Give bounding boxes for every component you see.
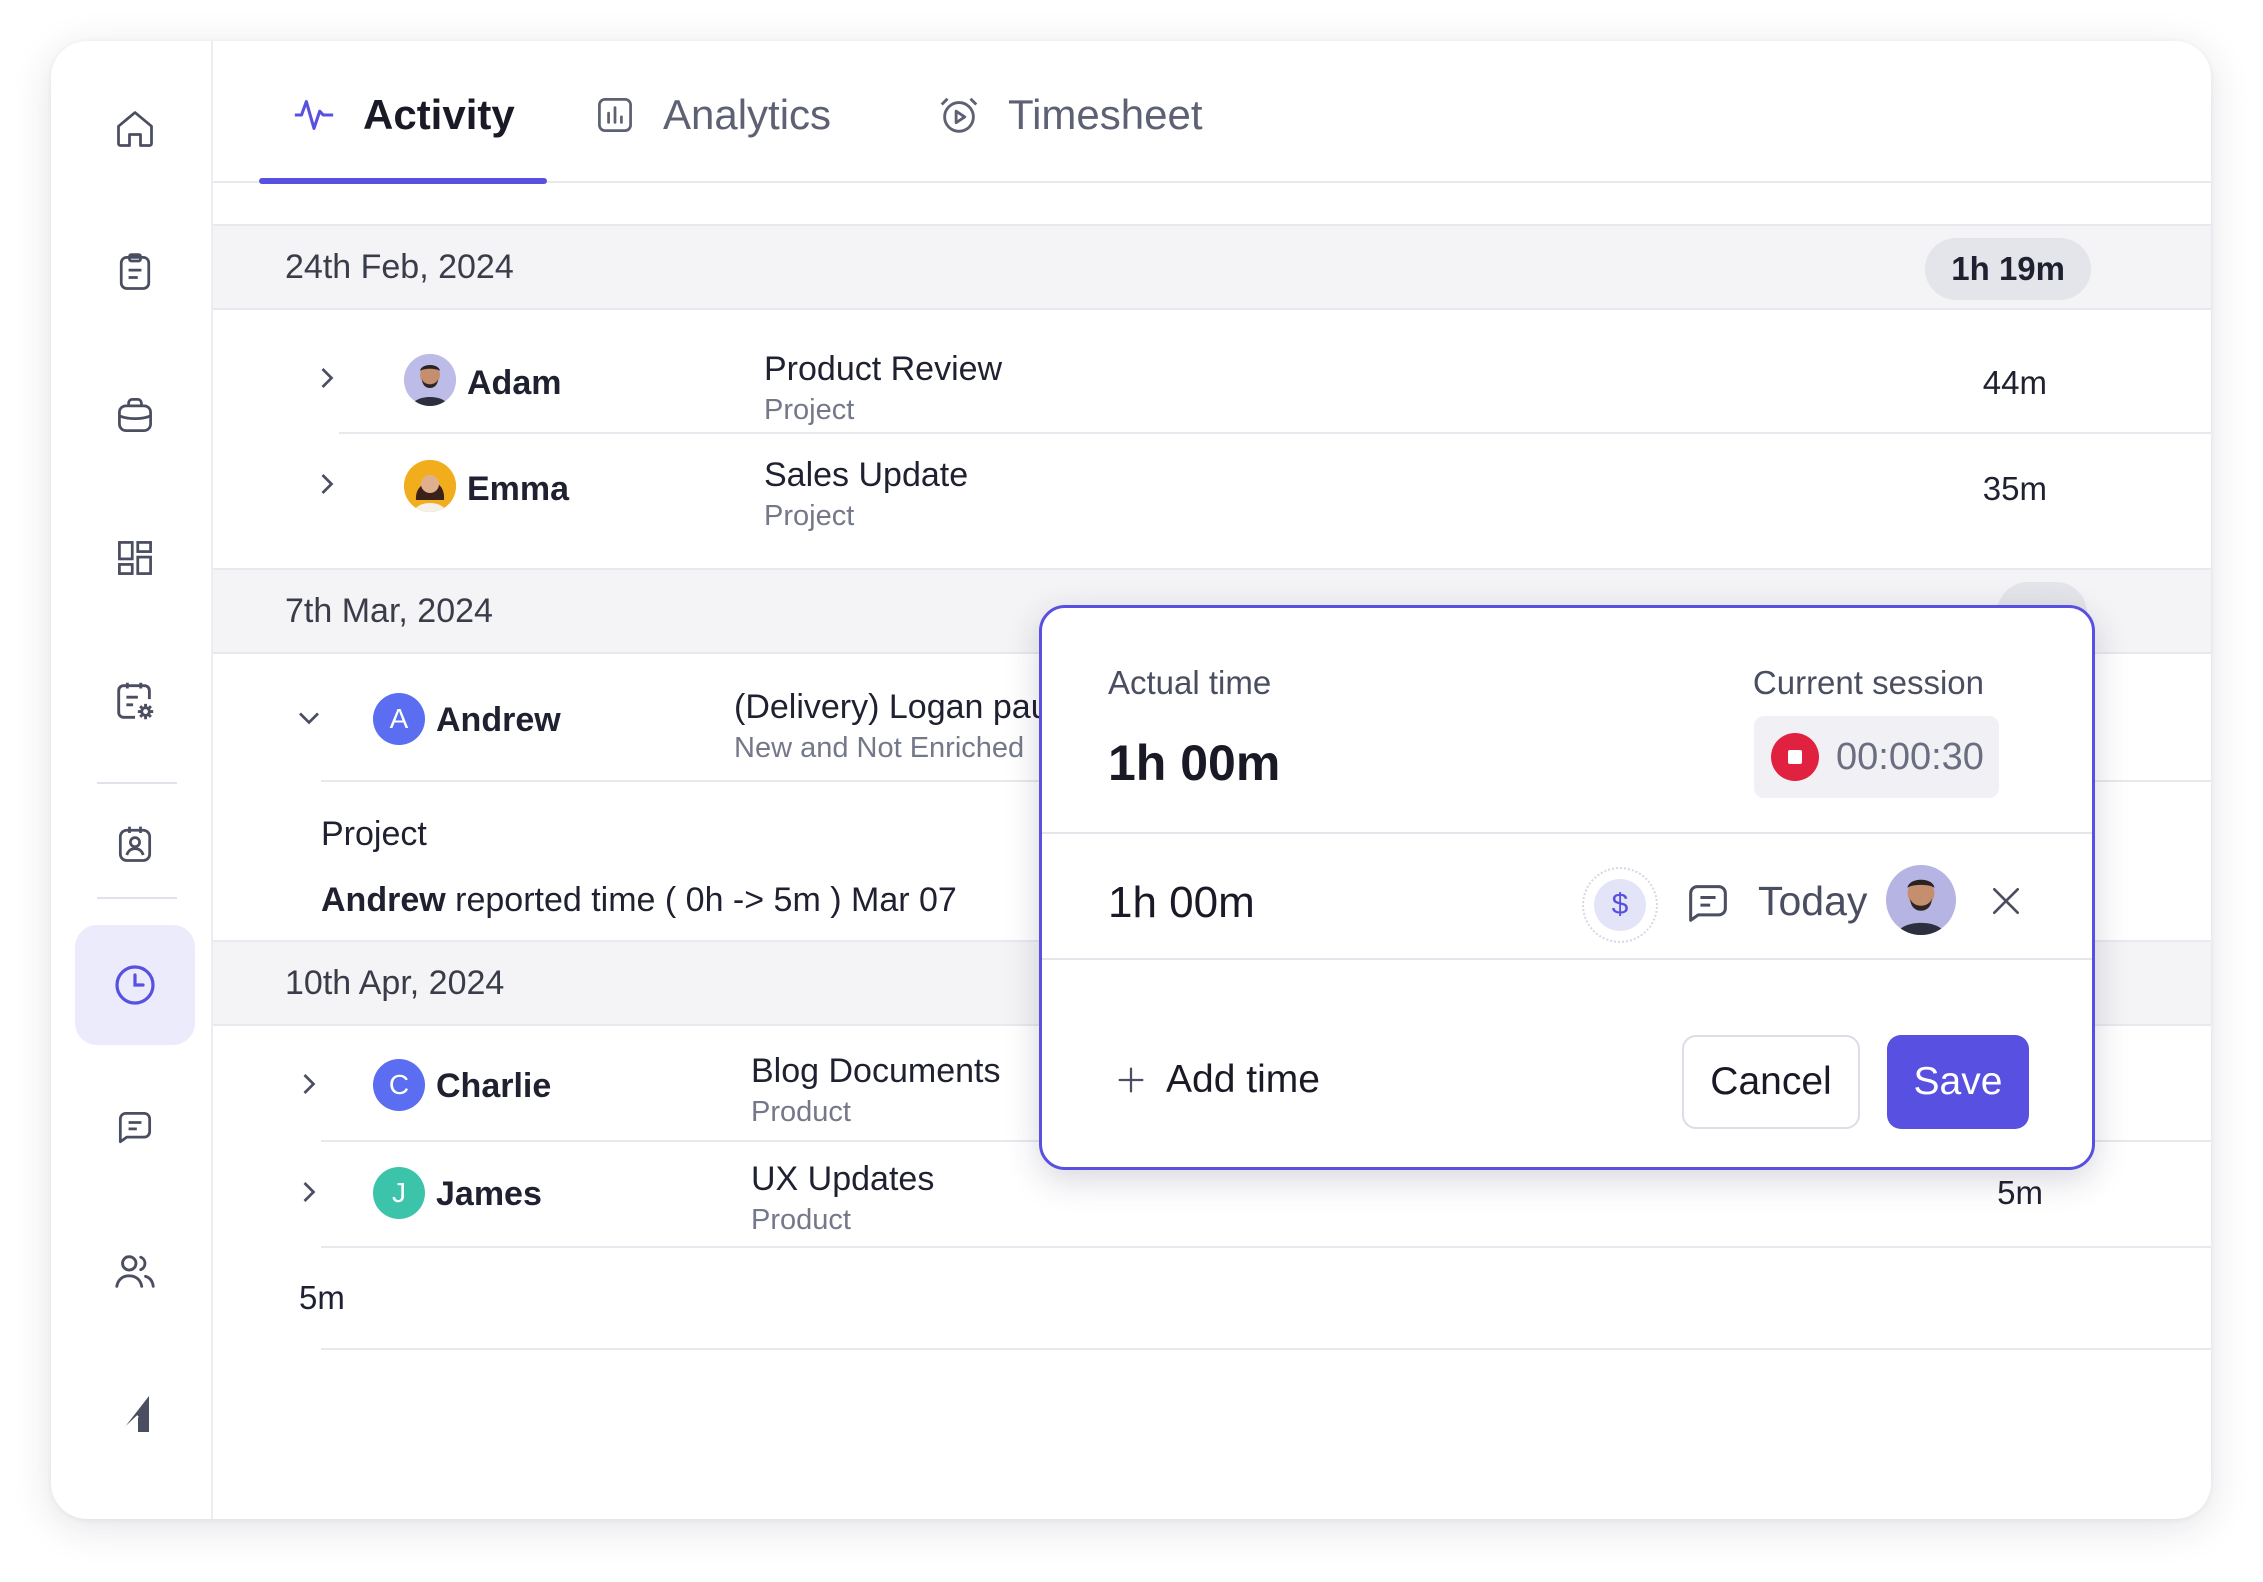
avatar: C [373,1059,425,1111]
avatar: J [373,1167,425,1219]
log-actor: Andrew [321,881,446,919]
activity-icon [294,100,334,130]
assignee-avatar[interactable] [1886,865,1956,935]
task-type: Product [751,1204,851,1236]
task-type: New and Not Enriched [734,732,1025,764]
close-icon[interactable] [1986,881,2026,921]
users-icon[interactable] [75,1211,195,1331]
group-date: 24th Feb, 2024 [285,248,514,286]
avatar: A [373,693,425,745]
home-icon[interactable] [75,69,195,189]
tab-activity-label: Activity [363,91,515,138]
tab-analytics-label: Analytics [663,91,832,138]
cancel-button[interactable]: Cancel [1682,1035,1860,1129]
chat-icon[interactable] [75,1068,195,1188]
date-group-header: 24th Feb, 2024 1h 19m [213,224,2211,310]
activity-log-entry: Andrew reported time ( 0h -> 5m ) Mar 07 [321,881,957,920]
entry-duration: 35m [1982,470,2047,507]
tab-timesheet[interactable]: Timesheet [936,91,1203,139]
sidebar [51,41,213,1519]
task-title: Sales Update [764,456,969,494]
tab-activity[interactable]: Activity [291,91,515,139]
time-entry-popover: Actual time 1h 00m Current session 00:00… [1039,605,2095,1170]
actual-time-value: 1h 00m [1108,735,1281,791]
task-type: Project [764,500,855,532]
entry-duration: 44m [1982,364,2047,401]
group-footer-total: 5m [299,1279,345,1316]
tab-analytics[interactable]: Analytics [593,91,831,139]
session-timer[interactable]: 00:00:30 [1754,716,1999,798]
detail-label: Project [321,815,427,853]
row-divider [321,1348,2211,1350]
user-name: Adam [467,364,562,402]
comment-icon[interactable] [1682,878,1734,930]
dollar-icon: $ [1594,879,1646,931]
task-title: Product Review [764,350,1003,388]
tab-bar: Activity Analytics Timesheet [213,41,2211,183]
table-row[interactable]: Emma Sales Update Project 35m [213,434,2211,540]
stop-icon[interactable] [1770,732,1820,782]
clipboard-icon[interactable] [75,212,195,332]
group-total-badge: 1h 19m [1925,238,2091,300]
avatar [404,354,456,406]
billable-toggle[interactable]: $ [1582,867,1658,943]
session-timer-value: 00:00:30 [1836,735,1984,778]
popover-divider [1042,958,2092,960]
clock-icon[interactable] [75,925,195,1045]
user-name: Andrew [436,701,561,739]
entry-duration: 5m [1997,1174,2043,1211]
briefcase-icon[interactable] [75,355,195,475]
table-row[interactable]: Adam Product Review Project 44m [213,328,2211,434]
analytics-icon [598,98,632,132]
save-button[interactable]: Save [1887,1035,2029,1129]
chevron-right-icon[interactable] [309,360,345,396]
chevron-right-icon[interactable] [309,466,345,502]
contact-badge-icon[interactable] [75,784,195,904]
popover-divider [1042,832,2092,834]
log-text: reported time ( 0h -> 5m ) Mar 07 [455,881,957,919]
current-session-label: Current session [1752,664,1984,701]
user-name: Emma [467,470,570,508]
sidebar-divider [97,897,177,899]
chevron-right-icon[interactable] [291,1066,327,1102]
time-entry-field[interactable]: 1h 00m [1108,878,1255,928]
task-type: Product [751,1096,851,1128]
plus-icon [1118,1067,1144,1093]
add-time-button[interactable]: Add time [1114,1058,1320,1102]
group-date: 7th Mar, 2024 [285,592,493,630]
task-title: Blog Documents [751,1052,1001,1090]
task-title: (Delivery) Logan pau [734,688,1050,726]
task-type: Project [764,394,855,426]
chevron-right-icon[interactable] [291,1174,327,1210]
active-tab-indicator [259,178,547,184]
app-window: Activity Analytics Timesheet 24th Feb, 2… [51,41,2211,1519]
actual-time-label: Actual time [1108,664,1272,701]
tab-timesheet-label: Timesheet [1008,91,1203,138]
user-name: James [436,1175,542,1213]
task-title: UX Updates [751,1160,935,1198]
row-divider [321,1246,2211,1248]
add-time-label: Add time [1166,1058,1320,1101]
user-name: Charlie [436,1067,552,1105]
group-date: 10th Apr, 2024 [285,964,505,1002]
schedule-settings-icon[interactable] [75,641,195,761]
logo-icon [75,1354,195,1474]
avatar [404,460,456,512]
chevron-down-icon[interactable] [291,700,327,736]
alarm-clock-icon [940,97,978,133]
dashboard-icon[interactable] [75,498,195,618]
date-picker[interactable]: Today [1758,878,1867,925]
